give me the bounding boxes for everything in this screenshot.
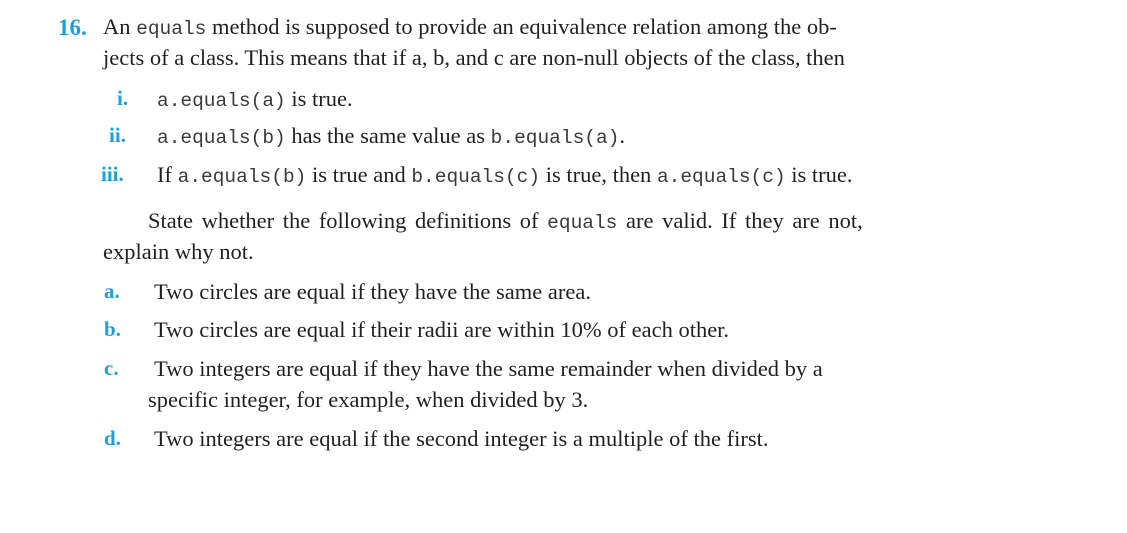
property-text: is true. — [285, 86, 353, 111]
code-snippet: a.equals(b) — [177, 166, 307, 188]
code-snippet: a.equals(c) — [656, 166, 786, 188]
property-ii: a.equals(b) has the same value as b.equa… — [157, 123, 626, 149]
code-snippet: a.equals(b) — [157, 127, 286, 149]
instruction-text: State whether the following definitions … — [148, 208, 548, 233]
property-text: If — [157, 162, 178, 187]
definition-label-a: a. — [104, 279, 120, 303]
code-snippet: b.equals(a) — [490, 127, 620, 149]
previous-text-cut-off — [140, 0, 580, 2]
definition-c-line-2: specific integer, for example, when divi… — [148, 387, 589, 412]
code-equals: equals — [136, 18, 207, 40]
definition-a: Two circles are equal if they have the s… — [154, 279, 591, 304]
property-label-ii: ii. — [109, 123, 126, 147]
intro-text: An — [103, 14, 137, 39]
code-equals: equals — [547, 212, 618, 234]
property-iii: If a.equals(b) is true and b.equals(c) i… — [157, 162, 853, 188]
intro-line-2: jects of a class. This means that if a, … — [103, 45, 845, 70]
property-label-i: i. — [117, 86, 129, 110]
instruction-text: are valid. If they are not, — [617, 208, 863, 233]
definition-d: Two integers are equal if the second int… — [154, 426, 769, 451]
property-label-iii: iii. — [101, 162, 124, 186]
code-snippet: a.equals(a) — [157, 90, 286, 112]
instruction-line-1: State whether the following definitions … — [148, 208, 863, 234]
property-text: . — [619, 123, 626, 148]
textbook-page: 16. An equals method is supposed to prov… — [0, 0, 1127, 533]
property-text: is true and — [306, 162, 412, 187]
exercise-number: 16. — [58, 15, 87, 40]
definition-label-d: d. — [104, 426, 121, 450]
intro-text: method is supposed to provide an equival… — [206, 14, 837, 39]
property-text: is true. — [785, 162, 853, 187]
definition-label-c: c. — [104, 356, 119, 380]
definition-label-b: b. — [104, 317, 121, 341]
property-text: has the same value as — [285, 123, 491, 148]
property-text: is true, then — [540, 162, 657, 187]
definition-c-line-1: Two integers are equal if they have the … — [154, 356, 823, 381]
definition-b: Two circles are equal if their radii are… — [154, 317, 730, 342]
code-snippet: b.equals(c) — [411, 166, 541, 188]
intro-line-1: An equals method is supposed to provide … — [103, 14, 837, 40]
instruction-line-2: explain why not. — [103, 239, 254, 264]
property-i: a.equals(a) is true. — [157, 86, 353, 112]
